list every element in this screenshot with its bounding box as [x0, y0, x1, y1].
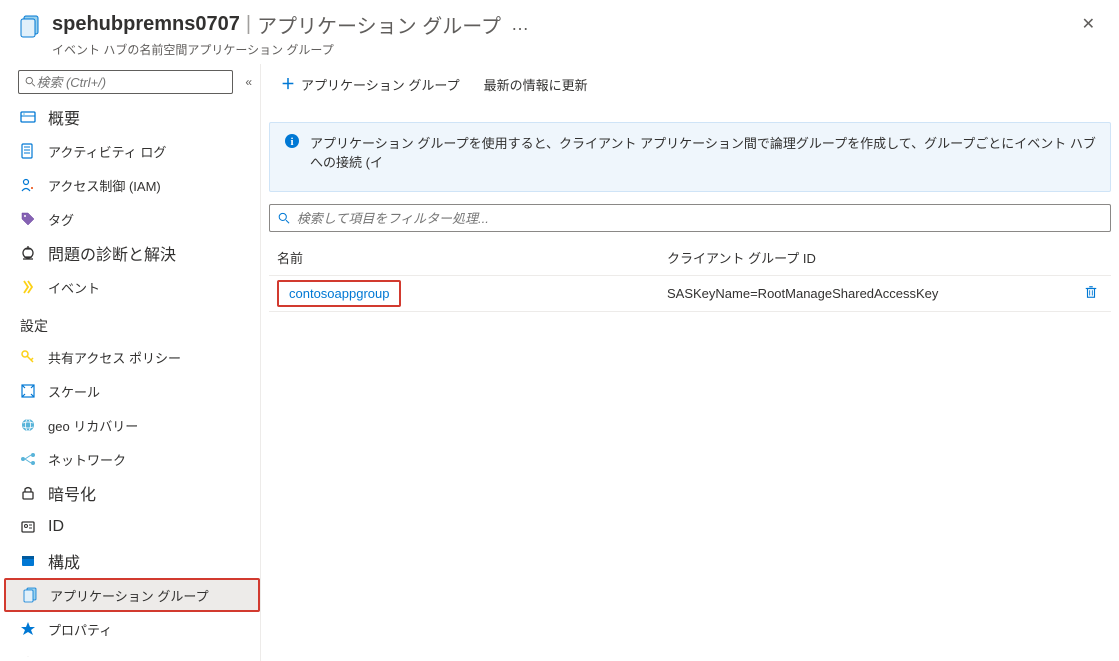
client-group-id: SASKeyName=RootManageSharedAccessKey	[659, 286, 1071, 301]
sidebar-item-id[interactable]: ID	[4, 510, 260, 544]
table-header: 名前 クライアント グループ ID	[269, 240, 1111, 276]
id-icon	[20, 519, 36, 535]
section-settings: 設定	[4, 304, 260, 340]
refresh-label: 最新の情報に更新	[484, 75, 588, 94]
sidebar-item-label: スケール	[48, 382, 100, 401]
sidebar-item-label: タグ	[48, 210, 74, 229]
network-icon	[20, 451, 36, 467]
toolbar: ＋ アプリケーション グループ 最新の情報に更新	[261, 64, 1119, 104]
blade-header: spehubpremns0707 | アプリケーション グループ … イベント …	[0, 0, 1119, 64]
overview-icon	[20, 109, 36, 125]
content-area: ＋ アプリケーション グループ 最新の情報に更新 i アプリケーション グループ…	[260, 64, 1119, 661]
page-title: spehubpremns0707	[52, 13, 240, 36]
sidebar-item-events[interactable]: イベント	[4, 270, 260, 304]
config-icon	[20, 553, 36, 569]
info-banner: i アプリケーション グループを使用すると、クライアント アプリケーション間で論…	[269, 122, 1111, 192]
sidebar-item-label: ID	[48, 518, 64, 536]
page-subtitle: アプリケーション グループ	[257, 10, 501, 39]
sidebar-item-label: 構成	[48, 549, 80, 573]
collapse-sidebar-icon[interactable]: «	[245, 75, 252, 89]
scale-icon	[20, 383, 36, 399]
diagnose-icon	[20, 245, 36, 261]
sidebar-item-overview[interactable]: 概要	[4, 100, 260, 134]
log-icon	[20, 143, 36, 159]
info-icon: i	[284, 133, 300, 149]
sidebar-item-label: 概要	[48, 105, 80, 129]
filter-input[interactable]	[297, 211, 1102, 226]
sidebar-item-appgroup[interactable]: アプリケーション グループ	[4, 578, 260, 612]
sidebar-item-label: イベント	[48, 278, 100, 297]
sidebar-item-tag[interactable]: タグ	[4, 202, 260, 236]
tag-icon	[20, 211, 36, 227]
sidebar-search[interactable]	[18, 70, 233, 94]
sidebar: « 概要アクティビティ ログアクセス制御 (IAM) タグ問題の診断と解決イベント…	[0, 64, 260, 661]
sidebar-item-scale[interactable]: スケール	[4, 374, 260, 408]
sidebar-item-label: 暗号化	[48, 481, 96, 505]
app-group-link[interactable]: contosoappgroup	[289, 286, 389, 301]
appgroup-icon	[22, 587, 38, 603]
sidebar-item-iam[interactable]: アクセス制御 (IAM)	[4, 168, 260, 202]
sidebar-item-label: アクセス制御 (IAM)	[48, 176, 161, 195]
sidebar-item-label: 共有アクセス ポリシー	[48, 348, 181, 367]
iam-icon	[20, 177, 36, 193]
delete-icon[interactable]	[1084, 287, 1098, 302]
breadcrumb: イベント ハブの名前空間アプリケーション グループ	[52, 41, 1074, 58]
table-row: contosoappgroup SASKeyName=RootManageShar…	[269, 276, 1111, 312]
properties-icon	[20, 621, 36, 637]
resource-icon	[18, 14, 42, 38]
col-header-name[interactable]: 名前	[269, 248, 659, 267]
sidebar-item-label: ロック	[48, 654, 87, 658]
plus-icon: ＋	[281, 74, 295, 94]
sidebar-item-label: ネットワーク	[48, 450, 126, 469]
info-text: アプリケーション グループを使用すると、クライアント アプリケーション間で論理グ…	[310, 133, 1096, 171]
events-icon	[20, 279, 36, 295]
sidebar-item-diagnose[interactable]: 問題の診断と解決	[4, 236, 260, 270]
geo-icon	[20, 417, 36, 433]
search-icon	[25, 76, 36, 88]
sidebar-item-lock2[interactable]: ロック	[4, 646, 260, 657]
sidebar-item-config[interactable]: 構成	[4, 544, 260, 578]
sidebar-item-log[interactable]: アクティビティ ログ	[4, 134, 260, 168]
sidebar-item-properties[interactable]: プロパティ	[4, 612, 260, 646]
add-label: アプリケーション グループ	[301, 75, 460, 94]
sidebar-item-lock[interactable]: 暗号化	[4, 476, 260, 510]
sidebar-item-label: geo リカバリー	[48, 416, 138, 435]
sidebar-item-label: アクティビティ ログ	[48, 142, 166, 161]
sidebar-item-network[interactable]: ネットワーク	[4, 442, 260, 476]
sidebar-item-label: 問題の診断と解決	[48, 241, 176, 265]
svg-text:i: i	[290, 136, 293, 148]
sidebar-item-label: アプリケーション グループ	[50, 586, 209, 605]
key-icon	[20, 349, 36, 365]
search-icon	[278, 212, 291, 225]
app-group-table: 名前 クライアント グループ ID contosoappgroup SASKeyN…	[269, 240, 1111, 312]
col-header-id[interactable]: クライアント グループ ID	[659, 248, 1071, 267]
sidebar-search-input[interactable]	[36, 75, 226, 90]
sidebar-item-geo[interactable]: geo リカバリー	[4, 408, 260, 442]
filter-box[interactable]	[269, 204, 1111, 232]
close-button[interactable]: ✕	[1074, 10, 1103, 38]
sidebar-item-label: プロパティ	[48, 620, 112, 639]
refresh-button[interactable]: 最新の情報に更新	[474, 69, 598, 100]
add-app-group-button[interactable]: ＋ アプリケーション グループ	[271, 68, 470, 100]
sidebar-item-key[interactable]: 共有アクセス ポリシー	[4, 340, 260, 374]
more-menu-icon[interactable]: …	[511, 14, 529, 35]
lock-icon	[20, 485, 36, 501]
title-separator: |	[246, 13, 251, 36]
